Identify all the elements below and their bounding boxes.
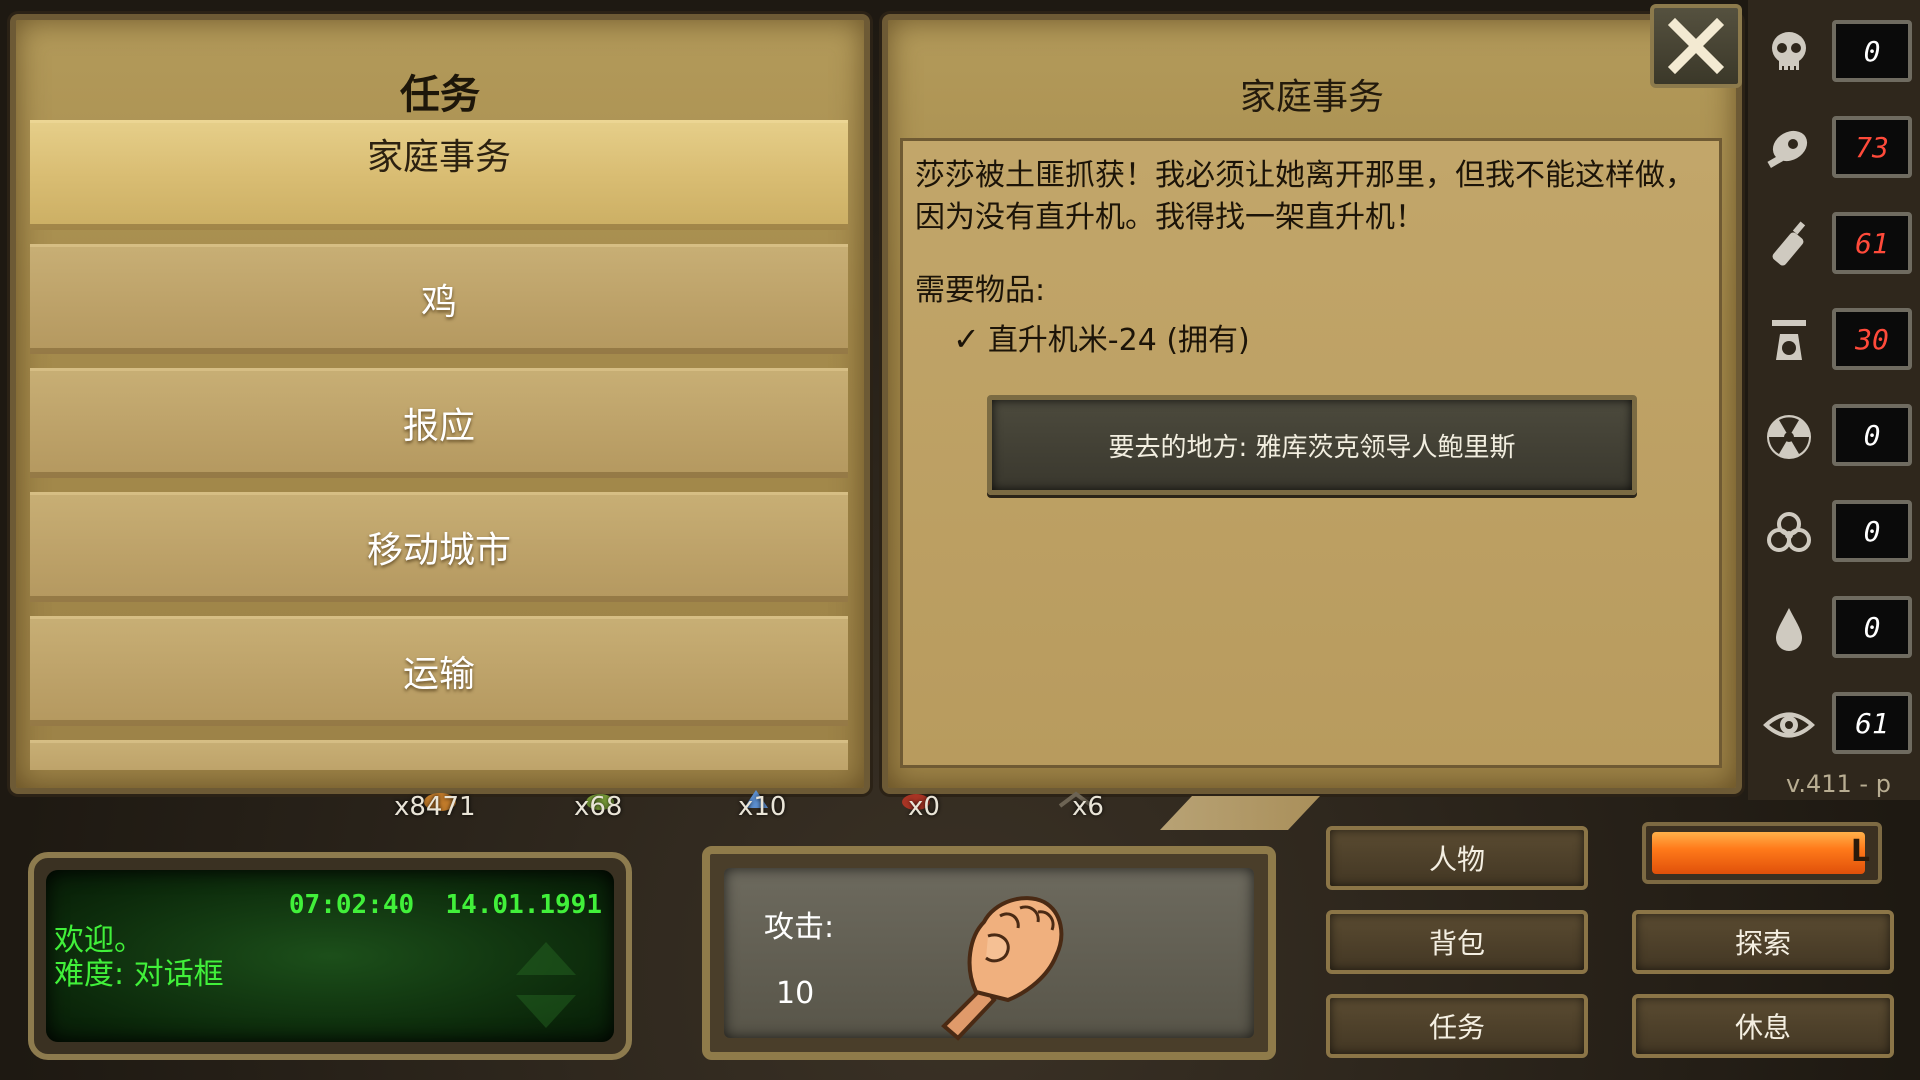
weight-scale-icon (1772, 320, 1806, 360)
skull-icon (1772, 32, 1806, 72)
stats-sidebar: 0 73 61 30 0 0 0 61 (1748, 0, 1920, 800)
attack-panel: 攻击: 10 (702, 846, 1276, 1060)
energy-bar-mark: L (1850, 834, 1870, 869)
quest-panel-title: 任务 (400, 72, 480, 118)
required-items-label: 需要物品: (915, 273, 1046, 308)
stat-row-radiation: 0 (1748, 396, 1920, 476)
inventory-strip: x8471 x68 x10 x0 x6 (0, 790, 1920, 830)
quest-detail-title: 家庭事务 (1239, 77, 1384, 118)
quest-item[interactable]: 运输 (30, 616, 848, 726)
quest-item[interactable]: 鸡 (30, 244, 848, 354)
inventory-count: x10 (738, 792, 787, 822)
backpack-button[interactable]: 背包 (1326, 910, 1588, 974)
quests-button[interactable]: 任务 (1326, 994, 1588, 1058)
inventory-count: x0 (908, 792, 940, 822)
attack-label: 攻击: (764, 910, 835, 945)
quest-list-panel: 任务 家庭事务 鸡 报应 移动城市 运输 艾 (10, 14, 870, 794)
stat-value-drop: 0 (1832, 596, 1912, 658)
stat-value-meat: 73 (1832, 116, 1912, 178)
console-line-welcome: 欢迎。 (54, 923, 144, 958)
radiation-icon (1767, 415, 1811, 459)
console-line-difficulty: 难度: 对话框 (54, 957, 224, 992)
bottle-icon (1772, 221, 1806, 266)
fist-icon (941, 896, 1064, 1041)
console-messages: 欢迎。 难度: 对话框 (54, 924, 224, 992)
quest-item[interactable]: 报应 (30, 368, 848, 478)
quest-item[interactable]: 移动城市 (30, 492, 848, 602)
close-button[interactable] (1650, 4, 1742, 88)
console-date: 14.01.1991 (445, 890, 602, 920)
inventory-count: x8471 (394, 792, 476, 822)
console-time: 07:02:40 (288, 890, 415, 920)
required-item-text: 直升机米-24 (拥有) (987, 323, 1250, 358)
quest-item-selected[interactable]: 家庭事务 (30, 120, 848, 230)
stat-row-biohazard: 0 (1748, 492, 1920, 572)
explore-button[interactable]: 探索 (1632, 910, 1894, 974)
quest-item[interactable]: 艾 (30, 740, 848, 770)
stat-value-eye: 61 (1832, 692, 1912, 754)
quest-detail-panel: 家庭事务 莎莎被土匪抓获！我必须让她离开那里，但我不能这样做，因为没有直升机。我… (882, 14, 1742, 794)
check-icon: ✓ (953, 320, 980, 358)
stat-value-skull: 0 (1832, 20, 1912, 82)
game-screen: 任务 家庭事务 鸡 报应 移动城市 运输 艾 家庭事务 莎莎被土匪抓获！我必须让… (0, 0, 1920, 1080)
stat-value-weight: 30 (1832, 308, 1912, 370)
inventory-count: x68 (574, 792, 623, 822)
stat-row-drop: 0 (1748, 588, 1920, 668)
quest-list[interactable]: 家庭事务 鸡 报应 移动城市 运输 艾 (30, 120, 848, 770)
meat-icon (1767, 130, 1808, 168)
drop-icon (1776, 608, 1802, 651)
stat-row-meat: 73 (1748, 108, 1920, 188)
stat-value-biohazard: 0 (1832, 500, 1912, 562)
character-button[interactable]: 人物 (1326, 826, 1588, 890)
required-item: ✓ 直升机米-24 (拥有) (953, 315, 1707, 359)
close-icon (1667, 17, 1725, 75)
inventory-count: x6 (1072, 792, 1104, 822)
message-console: 07:02:40 14.01.1991 欢迎。 难度: 对话框 (28, 852, 632, 1060)
quest-description: 莎莎被土匪抓获！我必须让她离开那里，但我不能这样做，因为没有直升机。我得找一架直… (915, 158, 1695, 235)
destination-button[interactable]: 要去的地方: 雅库茨克领导人鲍里斯 (987, 395, 1637, 495)
console-datetime: 07:02:40 14.01.1991 (289, 890, 602, 920)
eye-icon (1763, 712, 1815, 738)
stat-value-bottle: 61 (1832, 212, 1912, 274)
attack-panel-inner: 攻击: 10 (724, 868, 1254, 1041)
quest-detail-box: 莎莎被土匪抓获！我必须让她离开那里，但我不能这样做，因为没有直升机。我得找一架直… (900, 138, 1722, 768)
attack-value: 10 (776, 976, 815, 1011)
stat-row-weight: 30 (1748, 300, 1920, 380)
console-screen: 07:02:40 14.01.1991 欢迎。 难度: 对话框 (46, 870, 614, 1042)
rest-button[interactable]: 休息 (1632, 994, 1894, 1058)
biohazard-icon (1767, 512, 1811, 552)
stat-row-skull: 0 (1748, 12, 1920, 92)
stat-value-radiation: 0 (1832, 404, 1912, 466)
energy-bar: L (1642, 822, 1882, 884)
energy-bar-fill (1652, 832, 1865, 874)
scroll-arrows-icon[interactable] (506, 930, 586, 1040)
stat-row-eye: 61 (1748, 684, 1920, 764)
stat-row-bottle: 61 (1748, 204, 1920, 284)
